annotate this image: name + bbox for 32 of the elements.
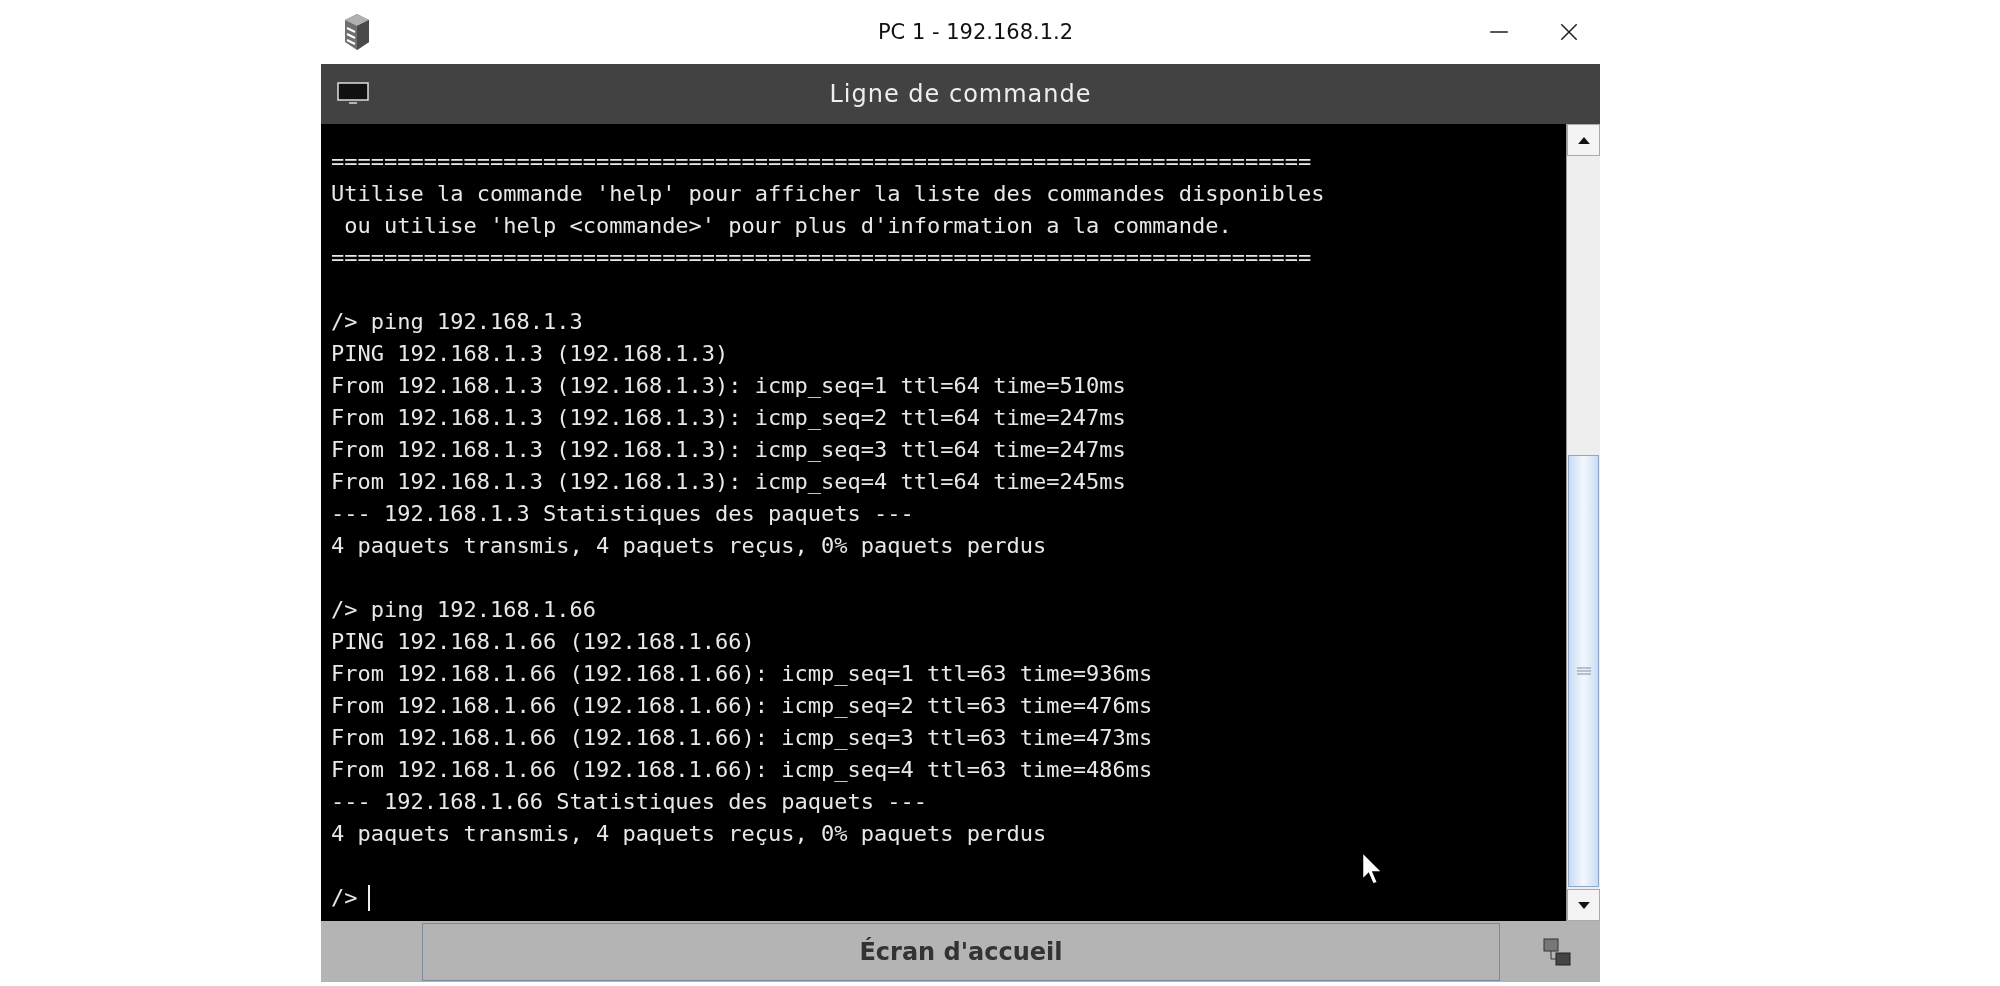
terminal-line: 4 paquets transmis, 4 paquets reçus, 0% paquets perdus	[331, 820, 1047, 848]
terminal-line: From 192.168.1.66 (192.168.1.66): icmp_seq=3 ttl=63 time=473ms	[331, 724, 1153, 752]
terminal-line: From 192.168.1.3 (192.168.1.3): icmp_seq=1 ttl=64 time=510ms	[331, 372, 1126, 400]
terminal-line: PING 192.168.1.3 (192.168.1.3)	[331, 340, 729, 368]
home-screen-button[interactable]: Écran d'accueil	[422, 922, 1500, 981]
window-title: PC 1 - 192.168.1.2	[876, 20, 1075, 44]
terminal-line: --- 192.168.1.3 Statistiques des paquets ---	[331, 500, 914, 528]
header-title: Ligne de commande	[828, 80, 1093, 108]
terminal-line: From 192.168.1.66 (192.168.1.66): icmp_seq=2 ttl=63 time=476ms	[331, 692, 1153, 720]
terminal-line: --- 192.168.1.66 Statistiques des paquets ---	[331, 788, 928, 816]
scroll-up-icon[interactable]	[1567, 124, 1600, 156]
terminal-line: From 192.168.1.3 (192.168.1.3): icmp_seq=2 ttl=64 time=247ms	[331, 404, 1126, 432]
terminal-line: From 192.168.1.66 (192.168.1.66): icmp_seq=4 ttl=63 time=486ms	[331, 756, 1153, 784]
terminal-line: From 192.168.1.66 (192.168.1.66): icmp_seq=1 ttl=63 time=936ms	[331, 660, 1153, 688]
terminal-line: From 192.168.1.3 (192.168.1.3): icmp_seq=4 ttl=64 time=245ms	[331, 468, 1126, 496]
terminal-line: /> ping 192.168.1.3	[331, 308, 583, 336]
terminal-line: Utilise la commande 'help' pour afficher la liste des commandes disponibles	[331, 180, 1325, 208]
network-icon[interactable]	[1542, 936, 1572, 967]
monitor-icon	[337, 82, 369, 106]
terminal-line: ==========================================================================	[331, 244, 1312, 272]
close-icon[interactable]	[1558, 21, 1580, 43]
terminal-line: PING 192.168.1.66 (192.168.1.66)	[331, 628, 755, 656]
scroll-thumb[interactable]	[1568, 455, 1599, 887]
terminal-line: ou utilise 'help <commande>' pour plus d'information a la commande.	[343, 212, 1232, 240]
terminal-line: From 192.168.1.3 (192.168.1.3): icmp_seq=3 ttl=64 time=247ms	[331, 436, 1126, 464]
terminal-line: ==========================================================================	[331, 148, 1312, 176]
terminal-line: /> ping 192.168.1.66	[331, 596, 596, 624]
terminal-prompt: />	[331, 884, 358, 912]
text-cursor	[367, 885, 370, 911]
scrollbar[interactable]	[1566, 124, 1600, 921]
terminal-line: 4 paquets transmis, 4 paquets reçus, 0% paquets perdus	[331, 532, 1047, 560]
scroll-down-icon[interactable]	[1567, 889, 1600, 921]
